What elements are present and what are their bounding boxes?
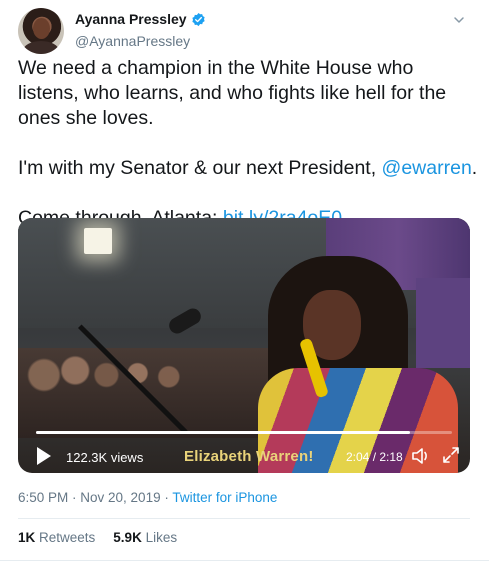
tweet-paragraph-2-suffix: .: [471, 157, 478, 179]
author-block[interactable]: Ayanna Pressley @AyannaPressley: [75, 11, 206, 49]
likes-label: Likes: [141, 530, 178, 545]
fullscreen-icon[interactable]: [442, 446, 460, 464]
author-display-name[interactable]: Ayanna Pressley: [75, 11, 187, 27]
retweets-stat[interactable]: 1K Retweets: [18, 530, 95, 545]
video-progress-bar[interactable]: [36, 431, 452, 434]
retweets-count: 1K: [18, 530, 36, 545]
avatar[interactable]: [18, 8, 64, 54]
tweet-text: We need a champion in the White House wh…: [18, 56, 478, 231]
video-time: 2:04 / 2:18: [346, 450, 403, 464]
retweets-label: Retweets: [35, 530, 96, 545]
video-progress-fill: [36, 431, 411, 434]
tweet-paragraph-2: I'm with my Senator & our next President…: [18, 156, 478, 181]
avatar-shoulders: [23, 41, 59, 54]
avatar-face: [33, 18, 50, 39]
author-name-row[interactable]: Ayanna Pressley: [75, 11, 206, 27]
volume-icon[interactable]: [411, 446, 431, 466]
mention-link[interactable]: @ewarren: [382, 157, 472, 179]
play-icon[interactable]: [36, 446, 52, 466]
video-view-count: 122.3K views: [66, 450, 144, 465]
tweet-stats: 1K Retweets 5.9K Likes: [18, 530, 177, 545]
video-ceiling-light: [84, 228, 112, 254]
video-caption-overlay: Elizabeth Warren!: [184, 448, 314, 465]
tweet-paragraph-1: We need a champion in the White House wh…: [18, 57, 447, 129]
likes-count: 5.9K: [113, 530, 142, 545]
verified-badge-icon: [191, 12, 205, 26]
tweet-source-link[interactable]: Twitter for iPhone: [172, 490, 277, 505]
author-handle[interactable]: @AyannaPressley: [75, 33, 206, 49]
tweet-paragraph-2-text: I'm with my Senator & our next President…: [18, 157, 382, 179]
video-banner-2: [416, 278, 470, 368]
tweet-timestamp[interactable]: 6:50 PM · Nov 20, 2019 ·: [18, 490, 172, 505]
chevron-down-icon[interactable]: [453, 14, 465, 26]
tweet-card: Ayanna Pressley @AyannaPressley We need …: [0, 0, 489, 561]
tweet-meta: 6:50 PM · Nov 20, 2019 · Twitter for iPh…: [18, 490, 277, 505]
video-controls: 122.3K views Elizabeth Warren! 2:04 / 2:…: [18, 442, 470, 472]
divider: [18, 518, 470, 519]
video-player[interactable]: 122.3K views Elizabeth Warren! 2:04 / 2:…: [18, 218, 470, 473]
likes-stat[interactable]: 5.9K Likes: [113, 530, 177, 545]
